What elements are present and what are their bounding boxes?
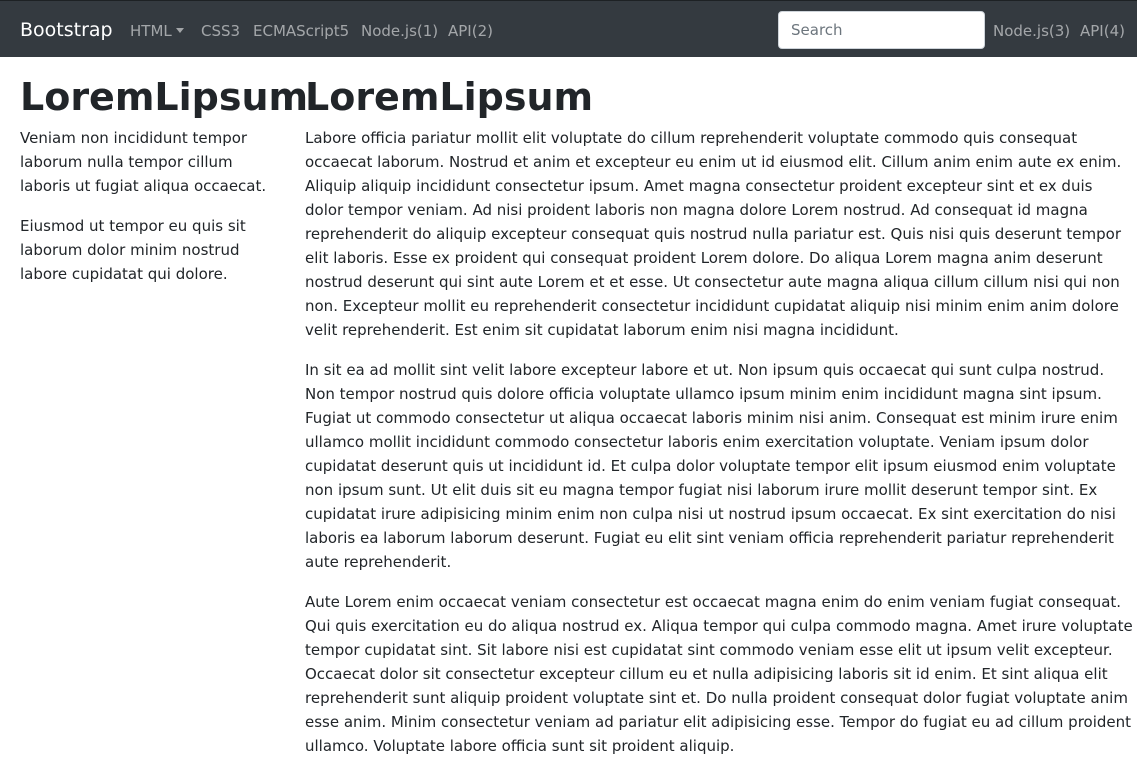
search-input[interactable] xyxy=(778,11,985,49)
sidebar-paragraph: Eiusmod ut tempor eu quis sit laborum do… xyxy=(20,217,246,283)
main-title: LoremLipsum xyxy=(305,75,594,119)
nav-item-label: HTML xyxy=(130,22,172,40)
nav-item-css3[interactable]: CSS3 xyxy=(201,21,240,41)
chevron-down-icon xyxy=(175,28,184,33)
main-content: LoremLipsum Labore officia pariatur moll… xyxy=(305,74,1134,774)
nav-item-nodejs-1[interactable]: Node.js(1) xyxy=(361,21,438,41)
top-navbar: Bootstrap HTML CSS3 ECMAScript5 Node.js(… xyxy=(0,0,1137,57)
sidebar-title: LoremLipsum xyxy=(20,75,309,119)
nav-item-api-4[interactable]: API(4) xyxy=(1080,21,1125,41)
sidebar: LoremLipsum Veniam non incididunt tempor… xyxy=(20,74,309,302)
sidebar-paragraph: Veniam non incididunt tempor laborum nul… xyxy=(20,129,267,195)
nav-item-html-dropdown[interactable]: HTML xyxy=(130,21,184,41)
main-paragraph: Aute Lorem enim occaecat veniam consecte… xyxy=(305,593,1133,755)
main-paragraph: In sit ea ad mollit sint velit labore ex… xyxy=(305,361,1118,571)
main-paragraph: Labore officia pariatur mollit elit volu… xyxy=(305,129,1122,339)
nav-item-api-2[interactable]: API(2) xyxy=(448,21,493,41)
brand-link[interactable]: Bootstrap xyxy=(20,18,113,42)
nav-item-nodejs-3[interactable]: Node.js(3) xyxy=(993,21,1070,41)
nav-item-ecmascript5[interactable]: ECMAScript5 xyxy=(253,21,349,41)
